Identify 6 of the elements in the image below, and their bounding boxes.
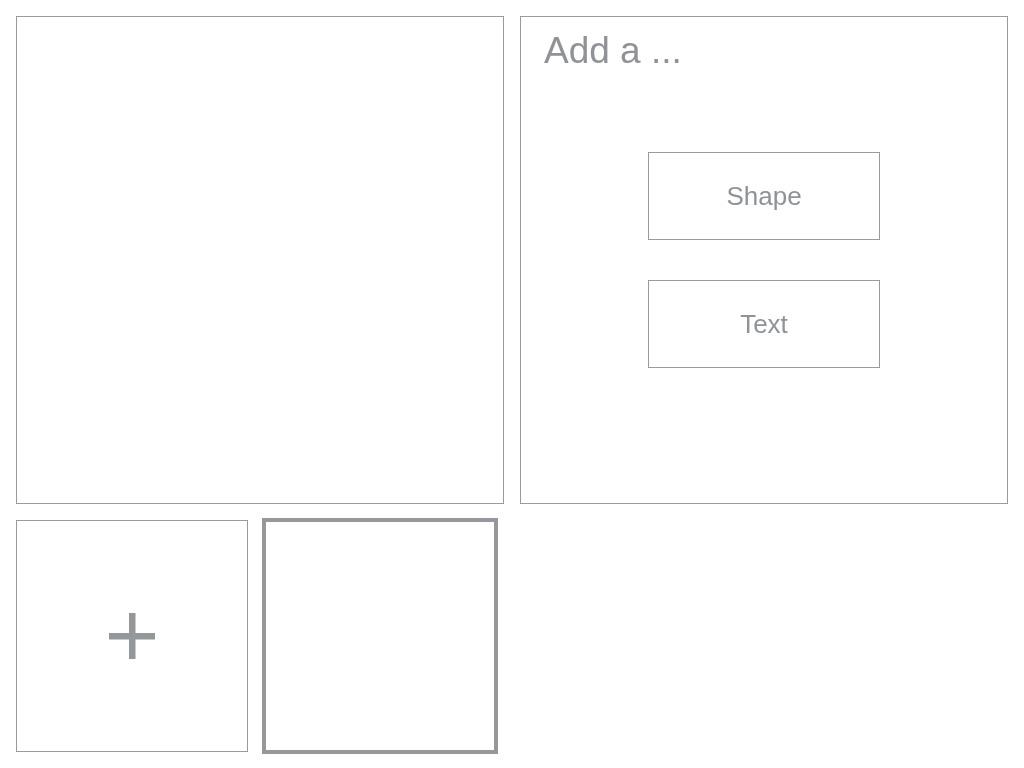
option-button[interactable]: Text [648, 280, 880, 368]
option-button[interactable]: Shape [648, 152, 880, 240]
add-tile[interactable] [16, 520, 248, 752]
blank-tile[interactable] [262, 518, 498, 754]
plus-icon [109, 613, 155, 659]
panel-heading: Add a ... [544, 29, 682, 73]
